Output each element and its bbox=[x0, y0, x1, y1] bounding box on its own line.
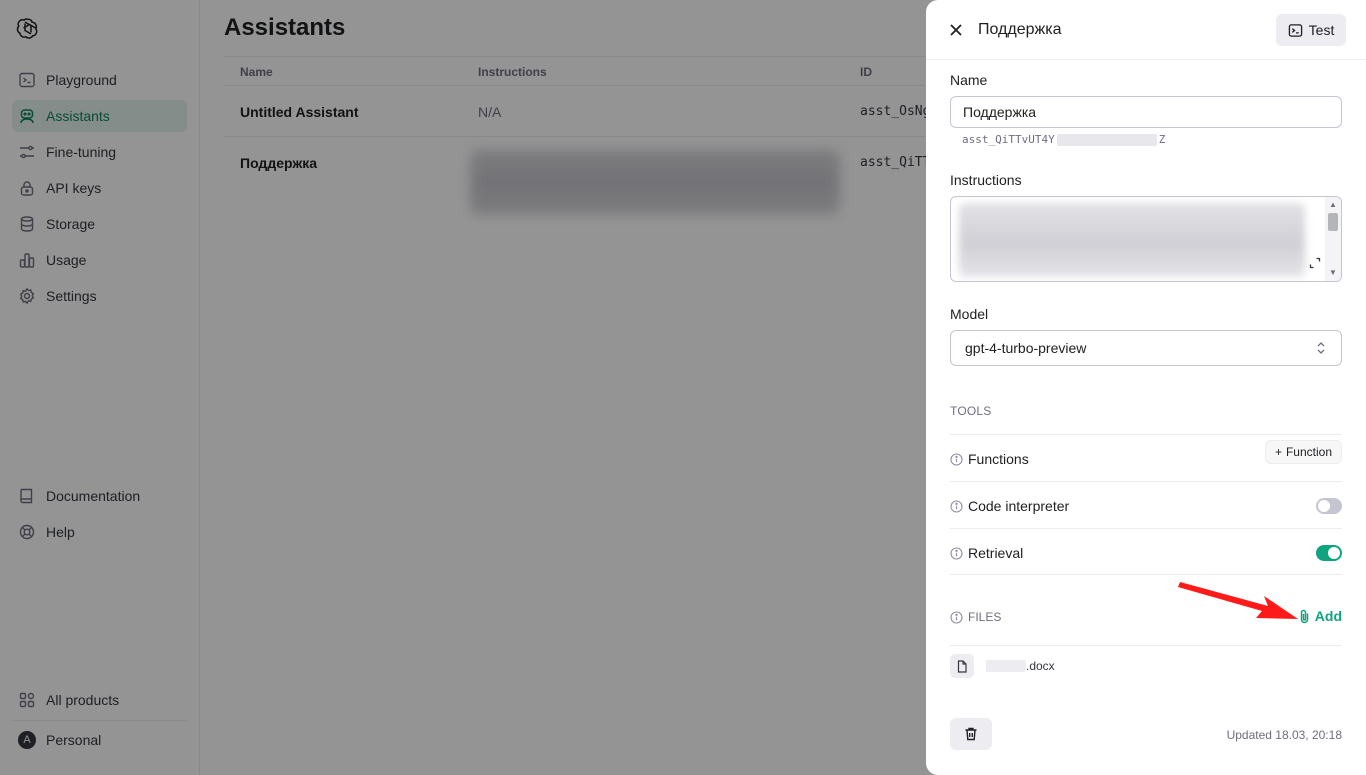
divider bbox=[950, 528, 1342, 529]
file-name: .docx bbox=[1026, 659, 1055, 673]
document-icon bbox=[957, 659, 967, 673]
divider bbox=[950, 434, 1342, 435]
redacted-filename bbox=[986, 660, 1026, 672]
redacted-instructions bbox=[959, 203, 1305, 277]
divider bbox=[950, 574, 1342, 575]
model-label: Model bbox=[950, 306, 989, 322]
add-function-label: Function bbox=[1285, 445, 1332, 459]
tool-row-functions: Functions + Function bbox=[950, 440, 1342, 469]
assistant-id-prefix: asst_QiTTvUT4Y bbox=[962, 133, 1055, 146]
code-interpreter-label: Code interpreter bbox=[968, 498, 1070, 514]
test-button-label: Test bbox=[1308, 22, 1335, 38]
toggle-knob bbox=[1318, 500, 1330, 512]
info-icon[interactable] bbox=[950, 452, 963, 466]
trash-icon bbox=[965, 727, 977, 741]
redacted-id bbox=[1056, 134, 1157, 146]
file-icon-wrap bbox=[950, 654, 974, 678]
instructions-scrollbar[interactable]: ▲ ▼ bbox=[1325, 197, 1341, 281]
info-icon[interactable] bbox=[950, 610, 963, 624]
red-arrow-annotation-icon bbox=[1178, 582, 1298, 619]
instructions-label: Instructions bbox=[950, 172, 1022, 188]
files-section-title: FILES bbox=[968, 610, 1002, 624]
scroll-up-icon[interactable]: ▲ bbox=[1329, 201, 1337, 209]
divider bbox=[950, 645, 1342, 646]
close-icon[interactable] bbox=[948, 22, 964, 38]
name-label: Name bbox=[950, 72, 988, 88]
assistant-edit-panel: Поддержка Test Name asst_QiTTvUT4Y Z Inst… bbox=[926, 0, 1366, 775]
info-icon[interactable] bbox=[950, 499, 963, 513]
info-icon[interactable] bbox=[950, 546, 963, 560]
panel-header: Поддержка Test bbox=[926, 0, 1366, 60]
terminal-icon bbox=[1288, 23, 1302, 37]
name-input[interactable] bbox=[950, 96, 1342, 128]
assistant-id-suffix: Z bbox=[1158, 133, 1166, 146]
code-interpreter-toggle[interactable] bbox=[1316, 498, 1342, 514]
expand-icon[interactable] bbox=[1309, 257, 1321, 269]
scroll-down-icon[interactable]: ▼ bbox=[1329, 269, 1337, 277]
updated-timestamp: Updated 18.03, 20:18 bbox=[1226, 728, 1342, 742]
scroll-thumb[interactable] bbox=[1328, 213, 1338, 231]
functions-label: Functions bbox=[968, 451, 1029, 467]
test-button[interactable]: Test bbox=[1276, 14, 1346, 46]
file-item[interactable]: .docx bbox=[950, 654, 1055, 678]
plus-icon: + bbox=[1274, 445, 1282, 459]
tool-row-code-interpreter: Code interpreter bbox=[950, 496, 1342, 516]
model-select-value: gpt-4-turbo-preview bbox=[965, 340, 1087, 356]
retrieval-toggle[interactable] bbox=[1316, 545, 1342, 561]
add-file-button[interactable]: Add bbox=[1298, 608, 1342, 624]
toggle-knob bbox=[1328, 547, 1340, 559]
add-function-button[interactable]: + Function bbox=[1264, 440, 1342, 464]
divider bbox=[950, 481, 1342, 482]
retrieval-label: Retrieval bbox=[968, 545, 1024, 561]
assistant-id-text: asst_QiTTvUT4Y Z bbox=[962, 133, 1165, 146]
delete-button[interactable] bbox=[950, 718, 992, 750]
tools-section-title: TOOLS bbox=[950, 404, 992, 418]
instructions-textarea[interactable]: ▲ ▼ bbox=[950, 196, 1342, 282]
tool-row-retrieval: Retrieval bbox=[950, 543, 1342, 563]
add-file-label: Add bbox=[1314, 608, 1342, 624]
panel-title: Поддержка bbox=[978, 21, 1062, 38]
model-select[interactable]: gpt-4-turbo-preview bbox=[950, 330, 1342, 366]
chevron-up-down-icon bbox=[1317, 342, 1325, 354]
